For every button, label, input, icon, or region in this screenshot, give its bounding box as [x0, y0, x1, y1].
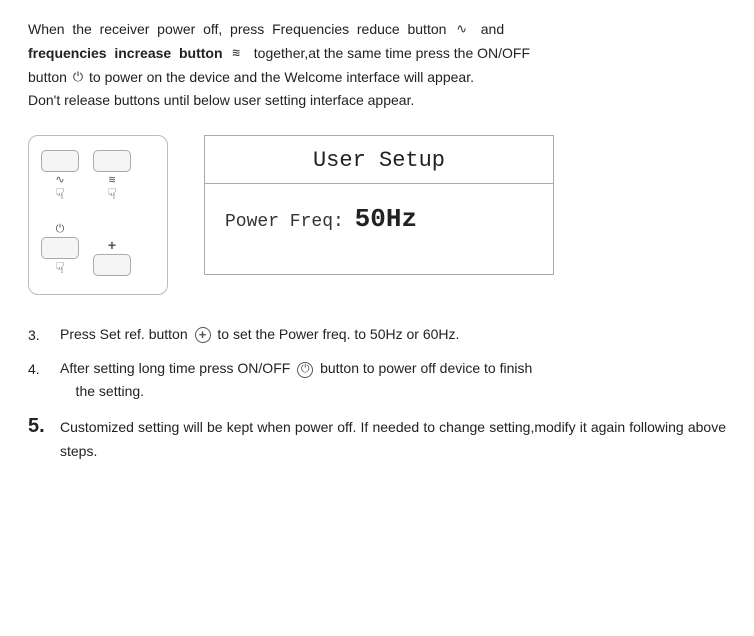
step-3-num: 3. — [28, 323, 60, 347]
power-onoff-symbol: ⏻ — [56, 224, 65, 235]
bottom-button-row: ⏻ ☟ + — [41, 224, 155, 276]
intro-paragraph: When the receiver power off, press Frequ… — [28, 18, 726, 113]
step-5-text: Customized setting will be kept when pow… — [60, 413, 726, 462]
increase-button-group: ≋ ☟ — [93, 150, 131, 202]
user-setup-body: Power Freq: 50Hz — [205, 184, 553, 258]
diagram-area: ∿ ☟ ≋ ☟ ⏻ ☟ + User Setup Power — [28, 135, 726, 295]
step-3-text: Press Set ref. button + to set the Power… — [60, 323, 726, 347]
setref-plus-symbol: + — [108, 238, 116, 252]
reduce-btn-shape — [41, 150, 79, 172]
intro-line1: When the receiver power off, press Frequ… — [28, 21, 504, 37]
circle-power-icon: ⏻ — [297, 362, 313, 378]
step-5-num: 5. — [28, 413, 60, 462]
intro-line2: frequencies increase button ≋ together,a… — [28, 45, 530, 61]
power-button-group: ⏻ ☟ — [41, 224, 79, 276]
power-freq-label: Power Freq: — [225, 212, 344, 232]
step-4: 4. After setting long time press ON/OFF … — [28, 357, 726, 403]
reduce-freq-icon: ∿ — [456, 19, 467, 41]
step-3: 3. Press Set ref. button + to set the Po… — [28, 323, 726, 347]
reduce-symbol: ∿ — [55, 174, 64, 185]
circle-plus-icon: + — [195, 327, 211, 343]
user-setup-box: User Setup Power Freq: 50Hz — [204, 135, 554, 275]
steps-section: 3. Press Set ref. button + to set the Po… — [28, 323, 726, 462]
step-4-text: After setting long time press ON/OFF ⏻ b… — [60, 357, 726, 403]
power-hand: ☟ — [55, 261, 64, 276]
power-freq-value: 50Hz — [355, 204, 417, 234]
reduce-button-group: ∿ ☟ — [41, 150, 79, 202]
step-5: 5. Customized setting will be kept when … — [28, 413, 726, 462]
increase-hand: ☟ — [107, 187, 116, 202]
device-illustration: ∿ ☟ ≋ ☟ ⏻ ☟ + — [28, 135, 168, 295]
setref-button-group: + — [93, 238, 131, 276]
power-icon-inline: ⏻ — [73, 67, 83, 89]
top-button-row: ∿ ☟ ≋ ☟ — [41, 150, 155, 202]
intro-line3: button ⏻ to power on the device and the … — [28, 69, 474, 85]
increase-btn-shape — [93, 150, 131, 172]
increase-symbol: ≋ — [109, 174, 116, 185]
setref-btn-shape — [93, 254, 131, 276]
reduce-hand: ☟ — [55, 187, 64, 202]
power-btn-shape — [41, 237, 79, 259]
intro-line4: Don't release buttons until below user s… — [28, 92, 414, 108]
user-setup-title: User Setup — [205, 136, 553, 184]
step-4-num: 4. — [28, 357, 60, 403]
increase-freq-icon: ≋ — [232, 43, 240, 65]
